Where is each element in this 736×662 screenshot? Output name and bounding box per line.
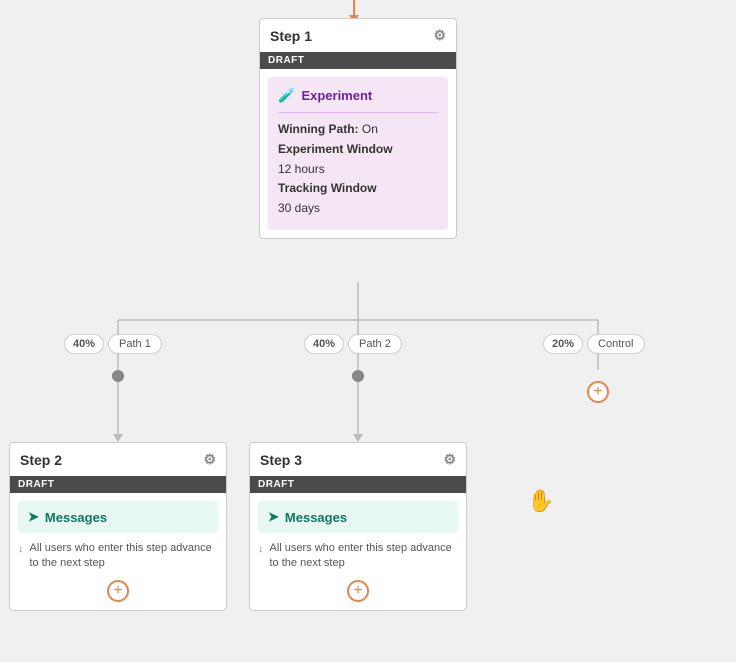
dot-center	[352, 370, 364, 382]
step2-card: Step 2 ⚙ DRAFT ➤ Messages ↓ All users wh…	[9, 442, 227, 611]
experiment-window-label: Experiment Window	[278, 142, 393, 156]
tracking-window-row: Tracking Window	[278, 180, 438, 197]
step2-draft-badge: DRAFT	[10, 476, 226, 493]
experiment-window-row: Experiment Window	[278, 141, 438, 158]
tracking-window-value: 30 days	[278, 201, 320, 215]
step1-draft-badge: DRAFT	[260, 52, 456, 69]
step1-header: Step 1 ⚙	[260, 19, 456, 52]
step3-plus-icon: +	[353, 583, 362, 599]
step3-msg-icon: ➤	[268, 509, 279, 525]
control-plus-symbol: +	[593, 383, 602, 401]
path1-badge: 40% Path 1	[64, 334, 162, 354]
path2-badge: 40% Path 2	[304, 334, 402, 354]
step3-advance-label: All users who enter this step advance to…	[270, 541, 459, 572]
step2-msg-icon: ➤	[28, 509, 39, 525]
path2-pct: 40%	[304, 334, 344, 354]
step1-card: Step 1 ⚙ DRAFT 🧪 Experiment Winning Path…	[259, 18, 457, 239]
flask-icon: 🧪	[278, 87, 295, 104]
experiment-title: 🧪 Experiment	[278, 87, 438, 113]
tracking-window-label: Tracking Window	[278, 181, 377, 195]
step1-gear-icon[interactable]: ⚙	[433, 27, 446, 44]
winning-path-row: Winning Path: On	[278, 121, 438, 138]
path1-label: Path 1	[108, 334, 162, 354]
step2-plus-icon: +	[113, 583, 122, 599]
step1-title: Step 1	[270, 28, 312, 44]
step2-messages-label: Messages	[45, 510, 107, 525]
step2-advance-icon: ↓	[18, 542, 24, 557]
step3-card: Step 3 ⚙ DRAFT ➤ Messages ↓ All users wh…	[249, 442, 467, 611]
experiment-window-value: 12 hours	[278, 162, 325, 176]
experiment-block: 🧪 Experiment Winning Path: On Experiment…	[268, 77, 448, 230]
step2-header: Step 2 ⚙	[10, 443, 226, 476]
step2-advance-label: All users who enter this step advance to…	[30, 541, 219, 572]
cursor-hand-icon: ✋	[527, 488, 554, 514]
step2-gear-icon[interactable]: ⚙	[203, 451, 216, 468]
step3-header: Step 3 ⚙	[250, 443, 466, 476]
step3-messages-label: Messages	[285, 510, 347, 525]
control-plus-icon[interactable]: +	[587, 381, 609, 403]
step2-advance-text: ↓ All users who enter this step advance …	[18, 541, 218, 572]
canvas: Step 1 ⚙ DRAFT 🧪 Experiment Winning Path…	[0, 0, 736, 662]
control-label: Control	[587, 334, 644, 354]
path1-pct: 40%	[64, 334, 104, 354]
tracking-window-value-row: 30 days	[278, 200, 438, 217]
step3-advance-text: ↓ All users who enter this step advance …	[258, 541, 458, 572]
experiment-window-value-row: 12 hours	[278, 161, 438, 178]
control-badge: 20% Control	[543, 334, 645, 354]
step3-draft-badge: DRAFT	[250, 476, 466, 493]
control-pct: 20%	[543, 334, 583, 354]
step2-title: Step 2	[20, 452, 62, 468]
step3-gear-icon[interactable]: ⚙	[443, 451, 456, 468]
step2-messages-block: ➤ Messages	[18, 501, 218, 533]
path2-label: Path 2	[348, 334, 402, 354]
step3-title: Step 3	[260, 452, 302, 468]
dot-left	[112, 370, 124, 382]
step2-plus-button[interactable]: +	[107, 580, 129, 602]
step3-messages-block: ➤ Messages	[258, 501, 458, 533]
winning-path-label: Winning Path:	[278, 122, 359, 136]
step3-plus-button[interactable]: +	[347, 580, 369, 602]
winning-path-value: On	[362, 122, 378, 136]
experiment-label: Experiment	[301, 88, 372, 103]
step3-advance-icon: ↓	[258, 542, 264, 557]
